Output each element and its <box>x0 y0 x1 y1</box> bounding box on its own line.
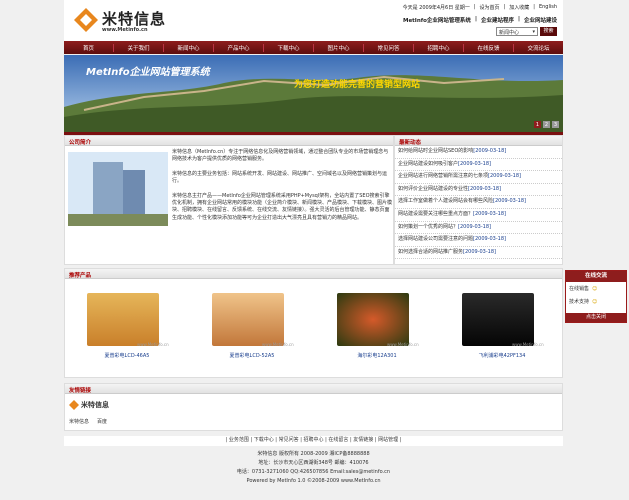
news-item[interactable]: 企业网站建设如何吸引客户[2009-03-18] <box>395 159 562 172</box>
nav-feedback[interactable]: 在线反馈 <box>464 43 514 52</box>
footer-link[interactable]: 下载中心 <box>254 437 274 443</box>
partner-logo[interactable]: 米特信息 <box>69 400 109 410</box>
nav-images[interactable]: 图片中心 <box>314 43 364 52</box>
links-panel: 友情链接 米特信息 米特信息 百度 <box>64 383 563 431</box>
footer-link[interactable]: 网站管理 <box>378 437 398 443</box>
company-building-image <box>68 152 168 226</box>
contact-line: 电话：0731-3271060 QQ:426507856 Email:sales… <box>236 469 391 475</box>
online-chat-panel: 在线交流 在线销售 ☺ 技术支持 ☺ 点击关闭 <box>565 270 627 323</box>
banner-page-2[interactable]: 2 <box>543 122 550 128</box>
logo-icon <box>69 400 79 410</box>
header: 米特信息 www.Metinfo.cn 今天是 2009年4月6日 星期一 | … <box>64 0 563 41</box>
news-item[interactable]: 网站建设需要关注哪些重点方面？[2009-03-18] <box>395 209 562 222</box>
footer-link[interactable]: 常见问答 <box>279 437 299 443</box>
products-title: 推荐产品 <box>65 269 562 279</box>
banner-page-1[interactable]: 1 <box>534 122 541 128</box>
news-item[interactable]: 选择工作室做着个人建设网站会有哪些风险[2009-03-18] <box>395 196 562 209</box>
chat-panel-title: 在线交流 <box>566 271 626 282</box>
product-image-tv[interactable] <box>87 293 159 346</box>
friend-link[interactable]: 米特信息 <box>69 418 89 425</box>
links-title: 友情链接 <box>65 384 562 394</box>
nav-news[interactable]: 新闻中心 <box>164 43 214 52</box>
powered-by-line: Powered by MetInfo 1.0 ©2008-2009 www.Me… <box>246 478 381 484</box>
top-links-2: MetInfo企业网站管理系统 | 企业建站程序 | 企业网站建设 <box>402 16 557 24</box>
site-construction-link[interactable]: 企业网站建设 <box>524 16 557 24</box>
footer-link[interactable]: 友情链接 <box>353 437 373 443</box>
news-item[interactable]: 选择网站建设公司需要注意的问题[2009-03-18] <box>395 234 562 247</box>
banner-text-left: MetInfo企业网站管理系统 <box>86 67 210 78</box>
news-list: 如何给网站时企业网站SEO的影响[2009-03-18] 企业网站建设如何吸引客… <box>395 146 562 260</box>
nav-forum[interactable]: 交流论坛 <box>514 44 563 52</box>
news-panel: 最新动态 如何给网站时企业网站SEO的影响[2009-03-18] 企业网站建设… <box>394 135 563 265</box>
date-text: 今天是 2009年4月6日 星期一 <box>402 5 470 11</box>
company-intro: 公司简介 米特信息（MetInfo.cn）专注于网络信息化及网络营销领域，通过整… <box>64 135 394 265</box>
news-item[interactable]: 如何策划一个优秀的网站？[2009-03-18] <box>395 222 562 235</box>
news-item[interactable]: 如何评价企业网站建设的专业性[2009-03-18] <box>395 184 562 197</box>
qq-icon: ☺ <box>592 285 598 292</box>
product-image-tv[interactable] <box>337 293 409 346</box>
search-bar: 新闻中心 ▾ 搜索 <box>496 27 557 36</box>
chevron-down-icon: ▾ <box>532 29 535 35</box>
chat-row-support[interactable]: 技术支持 ☺ <box>566 295 626 308</box>
footer-link[interactable]: 在线留言 <box>328 437 348 443</box>
footer-link[interactable]: 业务范围 <box>229 437 249 443</box>
page: 米特信息 www.Metinfo.cn 今天是 2009年4月6日 星期一 | … <box>0 0 629 500</box>
product-card[interactable]: www.Metinfo.cn 海尔彩电12A301 <box>327 279 427 362</box>
product-name[interactable]: 夏普彩电LCD-52A5 <box>202 352 302 359</box>
banner-text-right: 为您打造功能完善的营销型网站 <box>294 80 421 90</box>
product-card[interactable]: www.Metinfo.cn 夏普彩电LCD-52A5 <box>202 279 302 362</box>
intro-title: 公司简介 <box>65 136 393 146</box>
copyright: 米特信息 版权所有 2008-2009 湘ICP备8888888 地址：长沙市天… <box>64 450 563 500</box>
search-category-select[interactable]: 新闻中心 ▾ <box>496 27 538 36</box>
product-name[interactable]: 飞利浦彩电42PF134 <box>452 352 552 359</box>
set-homepage-link[interactable]: 设为首页 <box>480 4 500 11</box>
banner: MetInfo企业网站管理系统 为您打造功能完善的营销型网站 1 2 3 <box>64 55 563 132</box>
english-link[interactable]: English <box>539 4 557 11</box>
chat-row-sales[interactable]: 在线销售 ☺ <box>566 282 626 295</box>
close-chat-button[interactable]: 点击关闭 <box>566 313 626 322</box>
footer-link[interactable]: 招聘中心 <box>303 437 323 443</box>
logo-icon <box>74 8 98 32</box>
address-line: 地址：长沙市天心区西湖街348号 邮编：410076 <box>258 460 369 466</box>
footer-links: | 业务范围 | 下载中心 | 常见问答 | 招聘中心 | 在线留言 | 友情链… <box>64 436 563 446</box>
news-title: 最新动态 <box>395 136 562 146</box>
nav-jobs[interactable]: 招聘中心 <box>414 43 464 52</box>
friend-link[interactable]: 百度 <box>97 418 107 425</box>
banner-pager: 1 2 3 <box>534 122 559 128</box>
metinfo-cms-link[interactable]: MetInfo企业网站管理系统 <box>403 16 471 24</box>
qq-icon: ☺ <box>592 298 598 305</box>
brand-name: 米特信息 <box>102 10 167 28</box>
site-builder-link[interactable]: 企业建站程序 <box>481 16 514 24</box>
product-image-tv[interactable] <box>212 293 284 346</box>
product-image-tv[interactable] <box>462 293 534 346</box>
nav-products[interactable]: 产品中心 <box>214 43 264 52</box>
nav-downloads[interactable]: 下载中心 <box>264 43 314 52</box>
news-item[interactable]: 如何给网站时企业网站SEO的影响[2009-03-18] <box>395 146 562 159</box>
product-card[interactable]: www.Metinfo.cn 飞利浦彩电42PF134 <box>452 279 552 362</box>
copyright-line: 米特信息 版权所有 2008-2009 湘ICP备8888888 <box>257 451 370 457</box>
friend-links: 米特信息 百度 <box>69 418 107 425</box>
news-item[interactable]: 如何选择合适的网站推广服务[2009-03-18] <box>395 247 562 260</box>
search-button[interactable]: 搜索 <box>540 27 557 36</box>
brand-url: www.Metinfo.cn <box>102 27 148 33</box>
top-links: 今天是 2009年4月6日 星期一 | 设为首页 | 加入收藏 | Englis… <box>402 4 557 11</box>
main-nav: 首页 关于我们 新闻中心 产品中心 下载中心 图片中心 常见问答 招聘中心 在线… <box>64 41 563 54</box>
product-name[interactable]: 海尔彩电12A301 <box>327 352 427 359</box>
banner-page-3[interactable]: 3 <box>552 122 559 128</box>
nav-home[interactable]: 首页 <box>64 43 114 52</box>
news-item[interactable]: 企业网站进行网络营销所需注意的七条项[2009-03-18] <box>395 171 562 184</box>
nav-about[interactable]: 关于我们 <box>114 43 164 52</box>
product-name[interactable]: 夏普彩电LCD-46A5 <box>77 352 177 359</box>
nav-faq[interactable]: 常见问答 <box>364 43 414 52</box>
product-card[interactable]: www.Metinfo.cn 夏普彩电LCD-46A5 <box>77 279 177 362</box>
products-panel: 推荐产品 www.Metinfo.cn 夏普彩电LCD-46A5 www.Met… <box>64 268 563 378</box>
add-favorite-link[interactable]: 加入收藏 <box>509 4 529 11</box>
